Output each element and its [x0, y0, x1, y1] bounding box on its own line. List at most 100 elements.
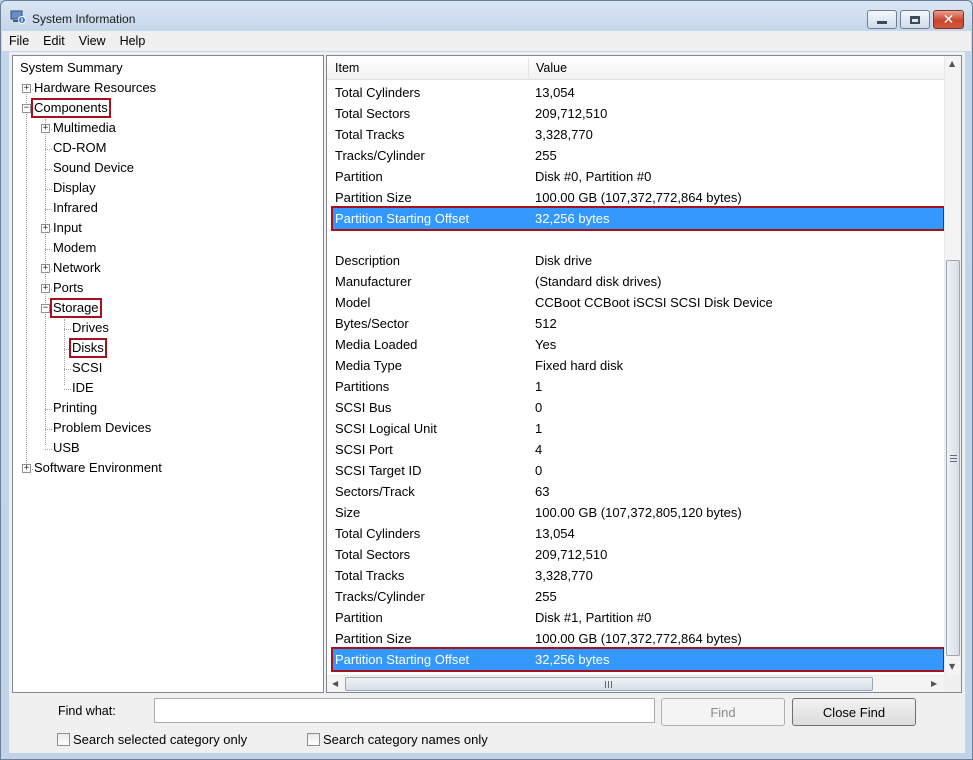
- list-row[interactable]: SCSI Port 4: [333, 439, 943, 460]
- tree-item[interactable]: Disks: [69, 338, 107, 358]
- tree-item[interactable]: Modem: [51, 239, 98, 257]
- tree-item[interactable]: CD-ROM: [51, 139, 108, 157]
- search-category-names-checkbox[interactable]: Search category names only: [307, 732, 488, 747]
- close-button[interactable]: ✕: [933, 10, 964, 29]
- list-row[interactable]: Size 100.00 GB (107,372,805,120 bytes): [333, 502, 943, 523]
- list-row[interactable]: SCSI Bus 0: [333, 397, 943, 418]
- list-cell-item: Partition Starting Offset: [335, 211, 470, 226]
- scroll-right-icon[interactable]: ▶: [931, 679, 937, 688]
- column-header-value[interactable]: Value: [536, 61, 567, 75]
- scroll-left-icon[interactable]: ◀: [332, 679, 338, 688]
- expand-icon[interactable]: +: [41, 124, 50, 133]
- tree-item[interactable]: Components: [31, 98, 111, 118]
- list-row[interactable]: Sectors/Track 63: [333, 481, 943, 502]
- tree-guide-line: [45, 119, 46, 445]
- expand-icon[interactable]: +: [41, 284, 50, 293]
- list-row[interactable]: Media Type Fixed hard disk: [333, 355, 943, 376]
- menu-help[interactable]: Help: [113, 31, 153, 51]
- checkbox-box[interactable]: [57, 733, 70, 746]
- collapse-icon[interactable]: −: [22, 104, 31, 113]
- column-separator[interactable]: [528, 58, 529, 78]
- list-row[interactable]: Partition Disk #1, Partition #0: [333, 607, 943, 628]
- vertical-scrollbar[interactable]: ▲ ▼: [944, 56, 961, 676]
- tree-item[interactable]: Ports: [51, 279, 85, 297]
- tree-item[interactable]: Multimedia: [51, 119, 118, 137]
- tree-item-label: Display: [53, 180, 96, 195]
- list-row[interactable]: Media Loaded Yes: [333, 334, 943, 355]
- list-row[interactable]: Total Tracks 3,328,770: [333, 124, 943, 145]
- list-row[interactable]: Description Disk drive: [333, 250, 943, 271]
- category-tree[interactable]: System Summary + Hardware Resources − Compon…: [12, 55, 324, 693]
- menu-view[interactable]: View: [72, 31, 113, 51]
- tree-item[interactable]: IDE: [70, 379, 96, 397]
- list-row-selected[interactable]: Partition Starting Offset 32,256 bytes: [331, 206, 945, 231]
- list-cell-item: SCSI Logical Unit: [335, 421, 437, 436]
- details-list[interactable]: Item Value Total Cylinders 13,054 Total Se…: [326, 55, 962, 693]
- list-row-selected[interactable]: Partition Starting Offset 32,256 bytes: [331, 647, 945, 672]
- collapse-icon[interactable]: −: [41, 304, 50, 313]
- list-row[interactable]: SCSI Logical Unit 1: [333, 418, 943, 439]
- list-row[interactable]: Model CCBoot CCBoot iSCSI SCSI Disk Devic…: [333, 292, 943, 313]
- list-cell-item: Total Sectors: [335, 106, 411, 121]
- list-row[interactable]: Tracks/Cylinder 255: [333, 586, 943, 607]
- menu-edit[interactable]: Edit: [36, 31, 72, 51]
- list-row[interactable]: Total Sectors 209,712,510: [333, 544, 943, 565]
- search-selected-category-checkbox[interactable]: Search selected category only: [57, 732, 247, 747]
- list-row[interactable]: Bytes/Sector 512: [333, 313, 943, 334]
- list-row[interactable]: Tracks/Cylinder 255: [333, 145, 943, 166]
- tree-item[interactable]: SCSI: [70, 359, 104, 377]
- find-button[interactable]: Find: [661, 698, 785, 726]
- list-cell-item: Size: [335, 505, 361, 520]
- list-cell-value: Disk #0, Partition #0: [535, 169, 652, 184]
- horizontal-scroll-thumb[interactable]: [345, 677, 873, 691]
- list-row[interactable]: Total Sectors 209,712,510: [333, 103, 943, 124]
- tree-item[interactable]: Printing: [51, 399, 99, 417]
- tree-item[interactable]: Hardware Resources: [32, 79, 158, 97]
- find-what-input[interactable]: [154, 698, 655, 723]
- close-icon: ✕: [942, 11, 955, 28]
- list-cell-item: Partition Size: [335, 190, 412, 205]
- find-what-label: Find what:: [58, 704, 116, 718]
- maximize-button[interactable]: [900, 10, 930, 29]
- list-row[interactable]: Total Cylinders 13,054: [333, 523, 943, 544]
- list-row[interactable]: Partition Size 100.00 GB (107,372,772,864…: [333, 187, 943, 208]
- list-row[interactable]: SCSI Target ID 0: [333, 460, 943, 481]
- minimize-button[interactable]: [867, 10, 897, 29]
- title-bar[interactable]: System Information ✕: [1, 1, 972, 31]
- list-cell-item: SCSI Port: [335, 442, 393, 457]
- expand-icon[interactable]: +: [41, 224, 50, 233]
- tree-item-label: Problem Devices: [53, 420, 152, 435]
- vertical-scroll-thumb[interactable]: [946, 260, 960, 656]
- horizontal-scrollbar[interactable]: ◀ ▶: [327, 675, 945, 692]
- expand-icon[interactable]: +: [22, 464, 31, 473]
- tree-item[interactable]: Problem Devices: [51, 419, 153, 437]
- tree-item[interactable]: USB: [51, 439, 82, 457]
- scroll-up-icon[interactable]: ▲: [949, 59, 955, 68]
- tree-item[interactable]: System Summary: [18, 59, 125, 77]
- list-row[interactable]: Total Cylinders 13,054: [333, 82, 943, 103]
- scroll-down-icon[interactable]: ▼: [949, 662, 955, 671]
- tree-item-label: Software Environment: [34, 460, 162, 475]
- checkbox-box[interactable]: [307, 733, 320, 746]
- tree-item[interactable]: Sound Device: [51, 159, 136, 177]
- tree-item[interactable]: Drives: [70, 319, 111, 337]
- list-row[interactable]: Partition Size 100.00 GB (107,372,772,864…: [333, 628, 943, 649]
- list-row[interactable]: [333, 229, 943, 250]
- tree-item[interactable]: Software Environment: [32, 459, 164, 477]
- expand-icon[interactable]: +: [22, 84, 31, 93]
- tree-item[interactable]: Input: [51, 219, 84, 237]
- tree-item[interactable]: Storage: [50, 298, 102, 318]
- list-row[interactable]: Partitions 1: [333, 376, 943, 397]
- list-row[interactable]: Total Tracks 3,328,770: [333, 565, 943, 586]
- list-cell-item: Partitions: [335, 379, 390, 394]
- column-header-item[interactable]: Item: [335, 61, 359, 75]
- system-information-icon: [10, 10, 26, 24]
- tree-item[interactable]: Infrared: [51, 199, 100, 217]
- tree-item[interactable]: Display: [51, 179, 98, 197]
- close-find-button[interactable]: Close Find: [792, 698, 916, 726]
- menu-file[interactable]: File: [2, 31, 36, 51]
- expand-icon[interactable]: +: [41, 264, 50, 273]
- tree-item[interactable]: Network: [51, 259, 103, 277]
- list-row[interactable]: Manufacturer (Standard disk drives): [333, 271, 943, 292]
- list-row[interactable]: Partition Disk #0, Partition #0: [333, 166, 943, 187]
